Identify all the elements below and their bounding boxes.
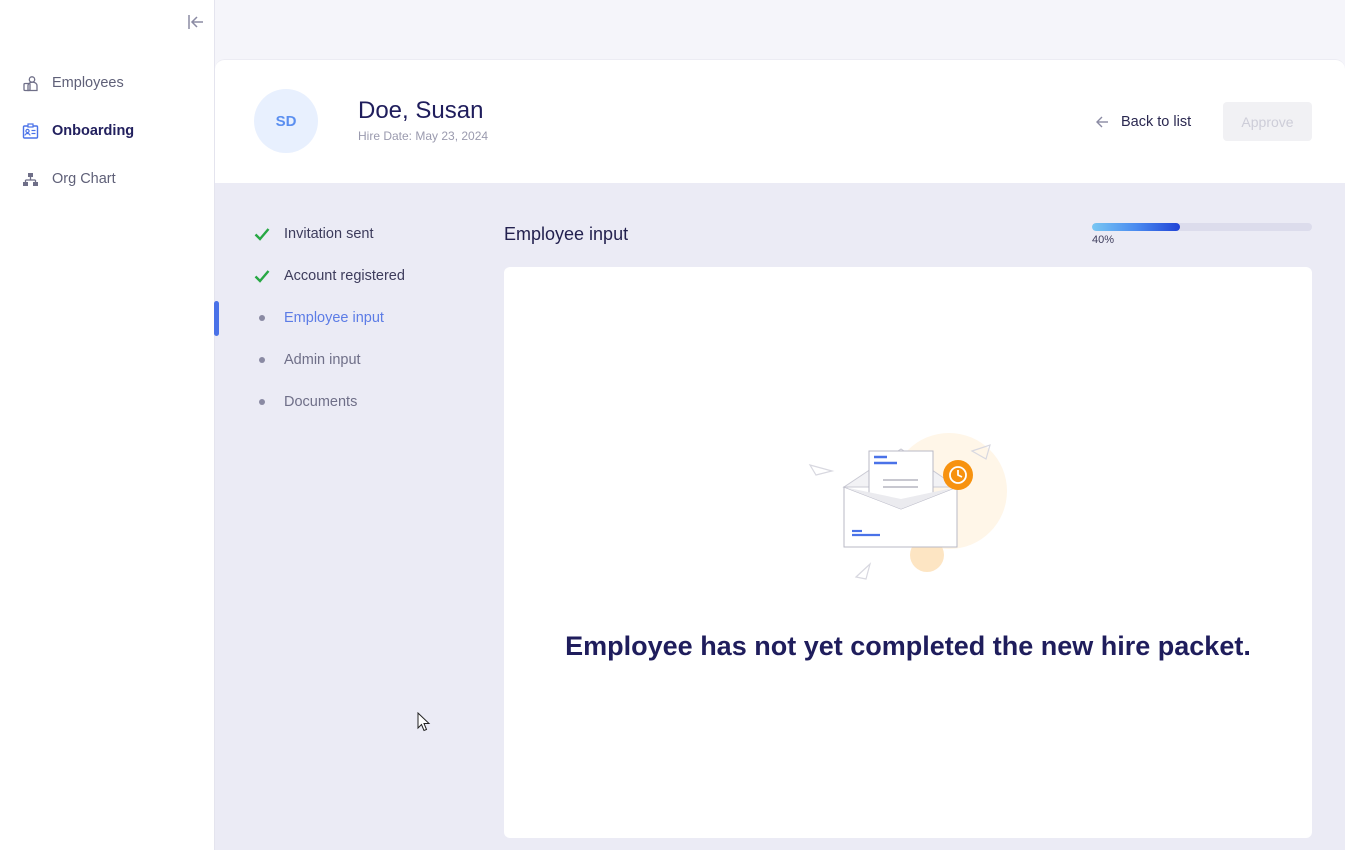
sidebar-item-employees[interactable]: Employees — [0, 59, 214, 107]
sidebar-nav: Employees Onboarding Org Chart — [0, 59, 214, 203]
step-label: Admin input — [284, 352, 361, 368]
step-label: Invitation sent — [284, 226, 374, 242]
back-to-list-link[interactable]: Back to list — [1095, 112, 1191, 132]
step-employee-input[interactable]: Employee input — [214, 297, 495, 339]
check-icon — [253, 225, 271, 243]
step-label: Employee input — [284, 310, 384, 326]
progress-track — [1092, 223, 1312, 231]
org-chart-icon — [22, 171, 39, 188]
empty-state-panel: Employee has not yet completed the new h… — [504, 267, 1312, 838]
employee-header: SD Doe, Susan Hire Date: May 23, 2024 Ba… — [215, 59, 1345, 183]
employee-name: Doe, Susan — [358, 97, 484, 124]
step-dot — [253, 309, 271, 327]
step-invitation-sent[interactable]: Invitation sent — [215, 213, 495, 255]
progress-percent: 40% — [1092, 234, 1115, 246]
progress-indicator: 40% — [1092, 223, 1312, 246]
hire-date: Hire Date: May 23, 2024 — [358, 129, 489, 143]
sidebar: Employees Onboarding Org Chart — [0, 0, 215, 850]
sidebar-item-label: Org Chart — [52, 171, 116, 187]
step-account-registered[interactable]: Account registered — [215, 255, 495, 297]
check-icon — [253, 267, 271, 285]
app-root: Employees Onboarding Org Chart SD Doe, S… — [0, 0, 1345, 850]
sidebar-item-label: Employees — [52, 75, 124, 91]
step-dot — [253, 351, 271, 369]
section-title: Employee input — [504, 224, 629, 244]
progress-fill — [1092, 223, 1180, 231]
approve-button[interactable]: Approve — [1223, 102, 1312, 141]
sidebar-item-label: Onboarding — [52, 123, 135, 139]
onboarding-steps: Invitation sent Account registered Emplo… — [214, 213, 495, 423]
collapse-sidebar-button[interactable] — [186, 12, 206, 32]
sidebar-item-org-chart[interactable]: Org Chart — [0, 155, 214, 203]
onboarding-icon — [22, 122, 39, 140]
step-label: Documents — [284, 394, 358, 410]
back-to-list-label: Back to list — [1121, 114, 1192, 130]
empty-state-message: Employee has not yet completed the new h… — [565, 631, 1251, 661]
employees-icon — [22, 75, 39, 92]
step-dot — [253, 393, 271, 411]
step-documents[interactable]: Documents — [215, 381, 495, 423]
avatar: SD — [254, 89, 318, 153]
collapse-left-icon — [188, 15, 203, 29]
step-label: Account registered — [284, 268, 405, 284]
arrow-left-icon — [1095, 114, 1111, 130]
onboarding-content: Invitation sent Account registered Emplo… — [214, 183, 1345, 850]
sidebar-item-onboarding[interactable]: Onboarding — [0, 107, 214, 155]
step-admin-input[interactable]: Admin input — [215, 339, 495, 381]
envelope-clock-icon — [808, 433, 1007, 580]
top-bar — [215, 0, 1345, 59]
